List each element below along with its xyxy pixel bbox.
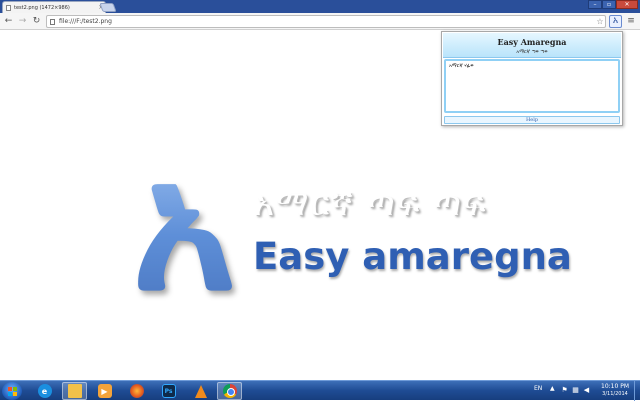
help-button[interactable]: Help xyxy=(444,116,620,124)
clock-date: 3/11/2014 xyxy=(602,391,628,397)
logo-english-text: Easy amaregna xyxy=(253,235,572,278)
page-icon xyxy=(6,4,11,11)
volume-icon[interactable]: ◀ xyxy=(583,386,590,394)
browser-toolbar: ← → ↻ file:///F:/test2.png ☆ አ ≡ xyxy=(0,13,640,30)
system-clock[interactable]: 10:10 PM 3/11/2014 xyxy=(597,383,633,398)
show-desktop-button[interactable] xyxy=(634,381,640,401)
network-icon[interactable]: ▦ xyxy=(572,386,579,394)
forward-arrow-icon[interactable]: → xyxy=(17,16,28,27)
windows-taskbar: e ▶ Ps EN ▲ ⚑ ▦ ◀ 10:10 PM 3/11/2014 xyxy=(0,380,640,401)
windows-logo-icon xyxy=(7,386,17,396)
logo-glyph: አ xyxy=(132,121,237,330)
photoshop-taskbar-icon[interactable]: Ps xyxy=(156,382,181,400)
popup-subtitle: አማርኛ ጣፍ ጣፍ xyxy=(516,49,548,55)
amharic-input-textarea[interactable]: አማርኛ ሃፊፍ xyxy=(444,59,620,113)
tab-strip: test2.png (1472×986) × – ▫ ✕ xyxy=(0,0,640,13)
show-hidden-icons-chevron-icon[interactable]: ▲ xyxy=(550,385,555,392)
language-indicator[interactable]: EN xyxy=(534,385,542,392)
popup-header: Easy Amaregna አማርኛ ጣፍ ጣፍ xyxy=(443,33,621,58)
maximize-button[interactable]: ▫ xyxy=(602,0,616,9)
browser-tab[interactable]: test2.png (1472×986) × xyxy=(2,1,106,13)
new-tab-button[interactable] xyxy=(99,3,117,12)
clock-time: 10:10 PM xyxy=(601,383,629,390)
address-url[interactable]: file:///F:/test2.png xyxy=(59,18,595,25)
minimize-button[interactable]: – xyxy=(588,0,602,9)
action-center-flag-icon[interactable]: ⚑ xyxy=(561,386,568,394)
easy-amaregna-extension-icon[interactable]: አ xyxy=(609,15,622,28)
extension-popup: Easy Amaregna አማርኛ ጣፍ ጣፍ አማርኛ ሃፊፍ Help xyxy=(441,31,623,126)
tab-title: test2.png (1472×986) xyxy=(14,4,70,11)
chrome-menu-icon[interactable]: ≡ xyxy=(626,16,636,27)
start-button[interactable] xyxy=(2,382,22,400)
windows-explorer-taskbar-icon[interactable] xyxy=(62,382,87,400)
address-bar[interactable]: file:///F:/test2.png ☆ xyxy=(46,15,606,28)
internet-explorer-taskbar-icon[interactable]: e xyxy=(32,382,57,400)
bookmark-star-icon[interactable]: ☆ xyxy=(595,17,605,26)
close-window-button[interactable]: ✕ xyxy=(616,0,638,9)
chrome-taskbar-icon[interactable] xyxy=(217,382,242,400)
popup-title: Easy Amaregna xyxy=(497,37,567,47)
logo-amharic-text: አማርኛ ጣፍ ጣፍ xyxy=(254,184,488,224)
back-arrow-icon[interactable]: ← xyxy=(3,16,14,27)
firefox-taskbar-icon[interactable] xyxy=(124,382,149,400)
file-icon xyxy=(50,18,55,25)
media-player-taskbar-icon[interactable]: ▶ xyxy=(92,382,117,400)
vlc-taskbar-icon[interactable] xyxy=(188,382,213,400)
reload-icon[interactable]: ↻ xyxy=(31,16,42,27)
